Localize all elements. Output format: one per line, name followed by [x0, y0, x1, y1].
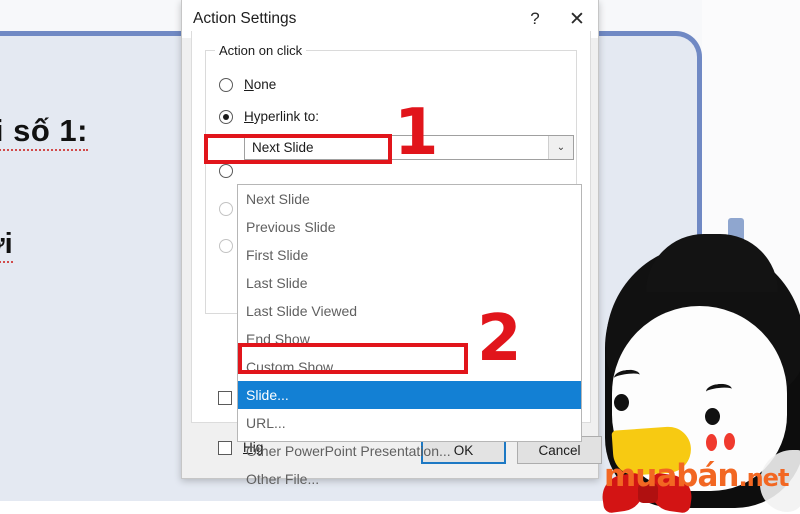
dropdown-item-slide[interactable]: Slide...: [238, 381, 581, 409]
dropdown-item-next-slide[interactable]: Next Slide: [238, 185, 581, 213]
checkbox-play-sound-indicator: [218, 390, 232, 405]
penguin-eye-right: [705, 408, 720, 425]
dropdown-item-other-file[interactable]: Other File...: [238, 465, 581, 493]
penguin-eye-left: [614, 394, 629, 411]
slide-heading-text: hỏi số 1:: [0, 113, 88, 151]
radio-none[interactable]: None: [219, 77, 276, 92]
dropdown-item-url[interactable]: URL...: [238, 409, 581, 437]
annotation-number-step-2: 2: [477, 302, 522, 376]
annotation-number-step-1: 1: [394, 96, 439, 170]
dropdown-item-last-slide[interactable]: Last Slide: [238, 269, 581, 297]
radio-run-program-indicator: [219, 164, 233, 178]
dialog-title: Action Settings: [193, 10, 297, 27]
radio-hyperlink-label: Hyperlink to:: [244, 109, 320, 124]
slide-body-label: ời: [0, 228, 13, 263]
dropdown-item-last-slide-viewed[interactable]: Last Slide Viewed: [238, 297, 581, 325]
penguin-hood-top: [646, 234, 778, 292]
radio-run-macro-indicator: [219, 202, 233, 216]
action-on-click-label: Action on click: [215, 43, 307, 58]
watermark-brand: muabán: [604, 458, 739, 494]
dropdown-item-other-powerpoint-presentation[interactable]: Other PowerPoint Presentation...: [238, 437, 581, 465]
slide-heading-label: hỏi số 1:: [0, 113, 88, 151]
radio-run-program[interactable]: [219, 164, 244, 178]
penguin-cheek-blush-a: [706, 434, 717, 451]
site-watermark: muabán.net: [604, 458, 789, 494]
penguin-cheek-blush-b: [724, 433, 735, 450]
radio-none-label: None: [244, 77, 277, 92]
chevron-down-icon[interactable]: ⌄: [548, 136, 573, 159]
radio-hyperlink-to[interactable]: Hyperlink to:: [219, 109, 319, 124]
radio-none-indicator: [219, 77, 233, 92]
radio-hyperlink-indicator: [219, 109, 233, 124]
annotation-box-step-1: [204, 134, 392, 164]
radio-object-action-indicator: [219, 239, 233, 253]
watermark-tld: .net: [738, 464, 789, 492]
dropdown-item-previous-slide[interactable]: Previous Slide: [238, 213, 581, 241]
hyperlink-target-dropdown[interactable]: Next Slide Previous Slide First Slide La…: [237, 184, 582, 487]
dropdown-item-first-slide[interactable]: First Slide: [238, 241, 581, 269]
slide-body-text: ời: [0, 228, 13, 263]
annotation-box-step-2: [238, 343, 468, 374]
